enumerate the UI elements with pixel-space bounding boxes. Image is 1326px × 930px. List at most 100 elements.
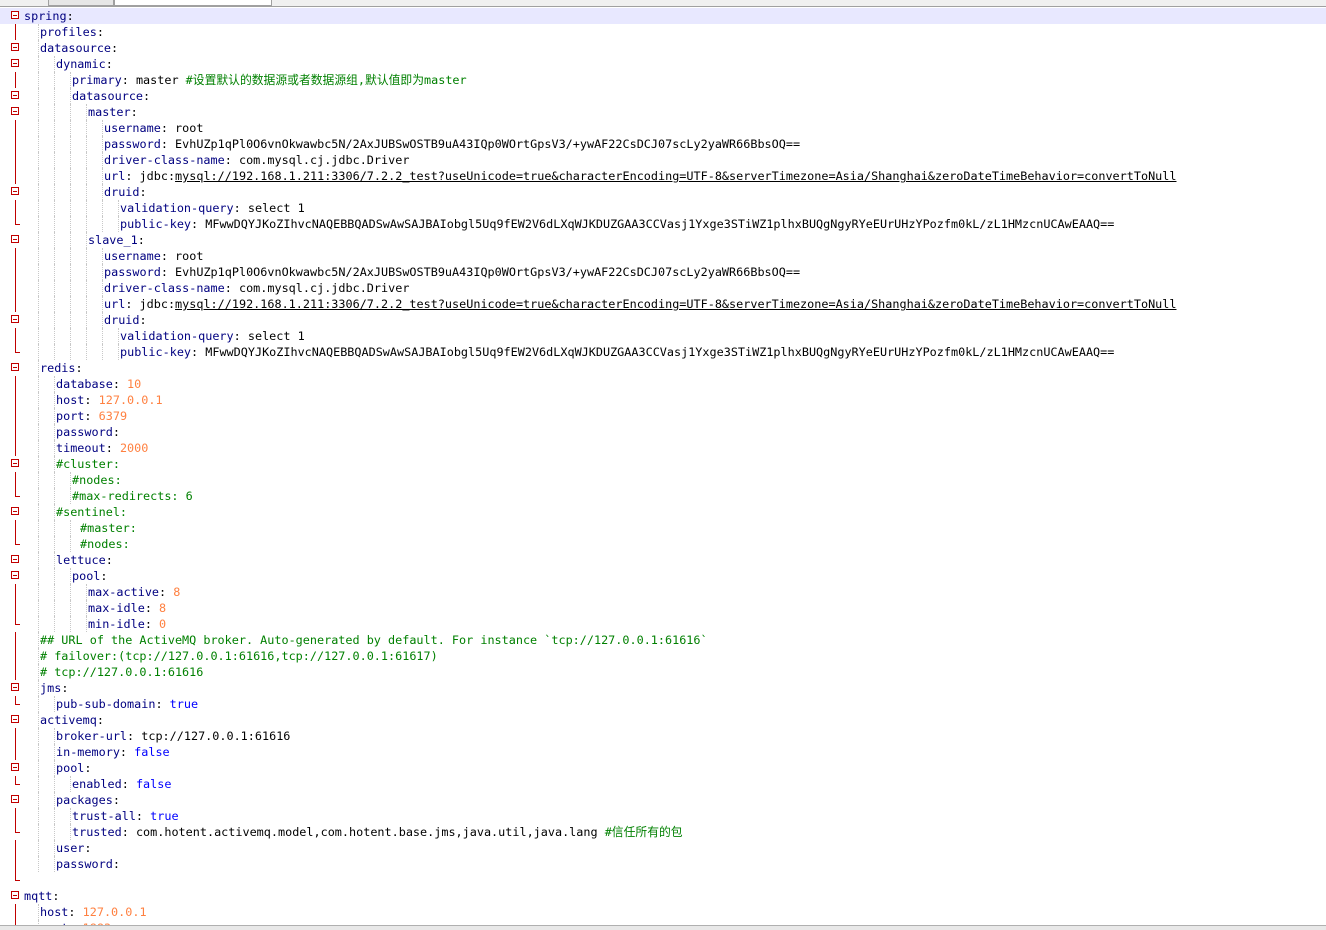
indent-guide [38, 792, 40, 808]
yaml-key: pool [72, 569, 101, 583]
code-line[interactable]: min-idle: 0 [0, 616, 1326, 632]
code-line[interactable]: max-active: 8 [0, 584, 1326, 600]
file-tab-active[interactable] [114, 0, 272, 6]
fold-line [15, 632, 16, 648]
code-line[interactable]: public-key: MFwwDQYJKoZIhvcNAQEBBQADSwAw… [0, 216, 1326, 232]
code-line[interactable]: spring: [0, 8, 1326, 24]
code-line[interactable]: # failover:(tcp://127.0.0.1:61616,tcp://… [0, 648, 1326, 664]
code-line[interactable] [0, 872, 1326, 888]
code-content: trusted: com.hotent.activemq.model,com.h… [72, 825, 683, 839]
yaml-comment: #设置默认的数据源或者数据源组,默认值即为master [185, 73, 467, 87]
code-line[interactable]: ## URL of the ActiveMQ broker. Auto-gene… [0, 632, 1326, 648]
indent-guide [38, 536, 40, 552]
code-editor[interactable]: spring: profiles: datasource: dynamic: prima… [0, 7, 1326, 925]
code-line[interactable]: profiles: [0, 24, 1326, 40]
code-line[interactable]: pub-sub-domain: true [0, 696, 1326, 712]
code-line[interactable]: in-memory: false [0, 744, 1326, 760]
code-line[interactable]: enabled: false [0, 776, 1326, 792]
indent-guide [38, 840, 40, 856]
url-link[interactable]: mysql://192.168.1.211:3306/7.2.2_test?us… [175, 297, 1176, 311]
fold-toggle-icon[interactable] [11, 571, 19, 579]
code-line[interactable]: packages: [0, 792, 1326, 808]
code-line[interactable]: #sentinel: [0, 504, 1326, 520]
indent-guide [38, 152, 40, 168]
code-line[interactable]: port: 6379 [0, 408, 1326, 424]
code-line[interactable]: dynamic: [0, 56, 1326, 72]
fold-toggle-icon[interactable] [11, 459, 19, 467]
code-line[interactable]: #cluster: [0, 456, 1326, 472]
fold-toggle-icon[interactable] [11, 555, 19, 563]
code-line[interactable]: trusted: com.hotent.activemq.model,com.h… [0, 824, 1326, 840]
code-line[interactable]: primary: master #设置默认的数据源或者数据源组,默认值即为mas… [0, 72, 1326, 88]
fold-toggle-icon[interactable] [11, 507, 19, 515]
fold-toggle-icon[interactable] [11, 795, 19, 803]
code-line[interactable]: driver-class-name: com.mysql.cj.jdbc.Dri… [0, 152, 1326, 168]
yaml-value: 8 [159, 601, 167, 615]
horizontal-scrollbar[interactable] [0, 925, 1326, 930]
code-line[interactable]: password: EvhUZp1qPl0O6vnOkwawbc5N/2AxJU… [0, 264, 1326, 280]
code-line[interactable]: max-idle: 8 [0, 600, 1326, 616]
code-line[interactable]: database: 10 [0, 376, 1326, 392]
code-line[interactable]: password: [0, 856, 1326, 872]
fold-toggle-icon[interactable] [11, 11, 19, 19]
code-line[interactable]: datasource: [0, 40, 1326, 56]
code-line[interactable]: activemq: [0, 712, 1326, 728]
fold-toggle-icon[interactable] [11, 683, 19, 691]
fold-toggle-icon[interactable] [11, 763, 19, 771]
code-line[interactable]: #max-redirects: 6 [0, 488, 1326, 504]
code-line[interactable]: redis: [0, 360, 1326, 376]
fold-toggle-icon[interactable] [11, 363, 19, 371]
code-line[interactable]: user: [0, 840, 1326, 856]
indent-guide [102, 328, 104, 344]
code-line[interactable]: jms: [0, 680, 1326, 696]
fold-toggle-icon[interactable] [11, 235, 19, 243]
file-tab[interactable] [48, 0, 114, 6]
code-line[interactable]: datasource: [0, 88, 1326, 104]
fold-toggle-icon[interactable] [11, 715, 19, 723]
indent-guide [54, 232, 56, 248]
code-line[interactable]: slave_1: [0, 232, 1326, 248]
code-line[interactable]: public-key: MFwwDQYJKoZIhvcNAQEBBQADSwAw… [0, 344, 1326, 360]
code-line[interactable]: url: jdbc:mysql://192.168.1.211:3306/7.2… [0, 168, 1326, 184]
code-line[interactable]: druid: [0, 312, 1326, 328]
code-line[interactable]: password: EvhUZp1qPl0O6vnOkwawbc5N/2AxJU… [0, 136, 1326, 152]
indent-guide [86, 248, 88, 264]
code-line[interactable]: pool: [0, 568, 1326, 584]
code-line[interactable]: url: jdbc:mysql://192.168.1.211:3306/7.2… [0, 296, 1326, 312]
fold-toggle-icon[interactable] [11, 187, 19, 195]
code-line[interactable]: #nodes: [0, 536, 1326, 552]
code-line[interactable]: validation-query: select 1 [0, 328, 1326, 344]
code-line[interactable]: druid: [0, 184, 1326, 200]
code-line[interactable]: master: [0, 104, 1326, 120]
code-line[interactable]: broker-url: tcp://127.0.0.1:61616 [0, 728, 1326, 744]
code-line[interactable]: host: 127.0.0.1 [0, 392, 1326, 408]
fold-toggle-icon[interactable] [11, 91, 19, 99]
yaml-key: password [104, 265, 161, 279]
fold-gutter [0, 328, 22, 344]
code-line[interactable]: username: root [0, 248, 1326, 264]
code-line[interactable]: #master: [0, 520, 1326, 536]
code-line[interactable]: pool: [0, 760, 1326, 776]
yaml-key: host [40, 905, 69, 919]
code-line[interactable]: trust-all: true [0, 808, 1326, 824]
yaml-key: max-active [88, 585, 160, 599]
code-line[interactable]: mqtt: [0, 888, 1326, 904]
fold-toggle-icon[interactable] [11, 315, 19, 323]
code-line[interactable]: password: [0, 424, 1326, 440]
code-line[interactable]: host: 127.0.0.1 [0, 904, 1326, 920]
code-line[interactable]: #nodes: [0, 472, 1326, 488]
fold-toggle-icon[interactable] [11, 43, 19, 51]
code-line[interactable]: # tcp://127.0.0.1:61616 [0, 664, 1326, 680]
code-line[interactable]: validation-query: select 1 [0, 200, 1326, 216]
fold-toggle-icon[interactable] [11, 891, 19, 899]
code-line[interactable]: username: root [0, 120, 1326, 136]
fold-line [15, 904, 16, 920]
code-line[interactable]: timeout: 2000 [0, 440, 1326, 456]
fold-toggle-icon[interactable] [11, 107, 19, 115]
url-link[interactable]: mysql://192.168.1.211:3306/7.2.2_test?us… [175, 169, 1176, 183]
fold-line [15, 440, 16, 456]
code-line[interactable]: driver-class-name: com.mysql.cj.jdbc.Dri… [0, 280, 1326, 296]
code-line[interactable]: lettuce: [0, 552, 1326, 568]
fold-gutter [0, 696, 22, 712]
fold-toggle-icon[interactable] [11, 59, 19, 67]
